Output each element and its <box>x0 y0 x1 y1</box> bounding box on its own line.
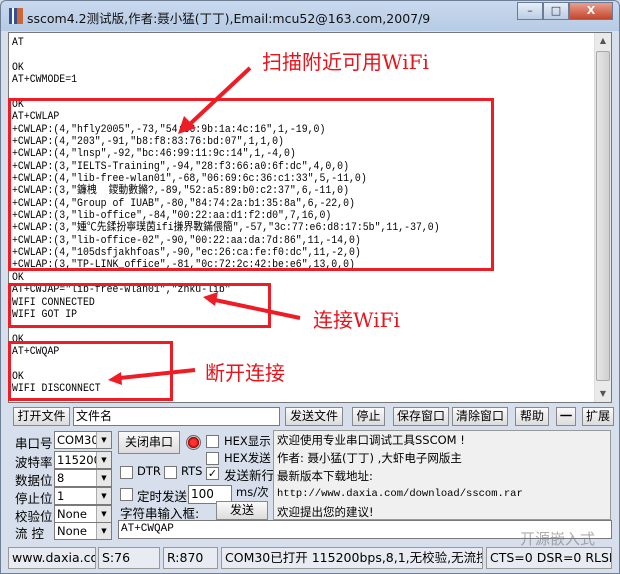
disconnect-arrow <box>119 368 196 380</box>
close-port-button[interactable]: 关闭串口 <box>118 431 180 454</box>
stop-button[interactable]: 停止 <box>352 407 385 426</box>
data-bits-value: 8 <box>57 471 65 485</box>
chevron-down-icon: ▼ <box>96 470 111 486</box>
baud-value: 115200 <box>57 453 101 467</box>
info-line: 欢迎使用专业串口调试工具SSCOM ! <box>277 433 465 447</box>
connect-arrow <box>214 298 301 320</box>
status-port: COM30已打开 115200bps,8,1,无校验,无流控 <box>221 547 483 569</box>
info-link[interactable]: http://www.daxia.com/download/sscom.rar <box>277 485 610 503</box>
send-button[interactable]: 发送 <box>216 501 268 520</box>
annotation-connect: 连接WiFi <box>313 308 400 332</box>
chevron-down-icon: ▼ <box>96 523 111 539</box>
timed-send-checkbox[interactable] <box>120 488 133 501</box>
flow-label: 流 控 <box>15 526 44 541</box>
port-select[interactable]: COM30 ▼ <box>54 431 112 449</box>
status-signals: CTS=0 DSR=0 RLSD <box>486 547 612 569</box>
open-file-button[interactable]: 打开文件 <box>13 407 70 426</box>
dtr-label: DTR <box>137 464 161 478</box>
info-panel: 欢迎使用专业串口调试工具SSCOM ! 作者: 聂小猛(丁丁) ,大虾电子网版主… <box>273 430 611 520</box>
file-name-input[interactable]: 文件名 <box>73 407 280 426</box>
hex-send-label: HEX发送 <box>224 451 271 465</box>
chevron-down-icon: ▼ <box>96 432 111 448</box>
hex-display-checkbox[interactable] <box>206 435 219 448</box>
port-value: COM30 <box>57 433 99 447</box>
help-button[interactable]: 帮助 <box>515 407 549 426</box>
stop-bits-label: 停止位 <box>15 491 53 506</box>
stop-bits-select[interactable]: 1 ▼ <box>54 487 112 505</box>
status-site[interactable]: www.daxia.com <box>8 547 96 569</box>
data-bits-select[interactable]: 8 ▼ <box>54 469 112 487</box>
watermark: 开源嵌入式 <box>520 530 596 548</box>
expand-button[interactable]: 扩展 <box>582 407 614 426</box>
disconnect-arrowhead <box>108 372 122 385</box>
interval-unit: ms/次 <box>236 485 269 499</box>
scan-arrow <box>188 66 252 126</box>
send-newline-label: 发送新行 <box>224 468 275 483</box>
rts-checkbox[interactable] <box>164 466 177 479</box>
stop-bits-value: 1 <box>57 489 65 503</box>
annotation-disconnect: 断开连接 <box>205 361 285 385</box>
connect-arrowhead <box>203 292 218 306</box>
dtr-checkbox[interactable] <box>120 466 133 479</box>
port-status-led-icon <box>186 435 201 450</box>
annotation-scan: 扫描附近可用WiFi <box>262 50 429 74</box>
info-line: 最新版本下载地址: <box>277 469 373 483</box>
chevron-down-icon: ▼ <box>96 488 111 504</box>
hex-display-label: HEX显示 <box>224 434 271 448</box>
baud-select[interactable]: 115200 ▼ <box>54 451 112 469</box>
port-label: 串口号 <box>15 436 53 451</box>
info-line: 欢迎提出您的建议! <box>277 505 374 519</box>
collapse-button[interactable]: 一 <box>556 407 576 426</box>
chevron-down-icon: ▼ <box>96 506 111 522</box>
send-newline-checkbox[interactable]: ✓ <box>206 467 219 480</box>
hex-send-checkbox[interactable] <box>206 452 219 465</box>
clear-window-button[interactable]: 清除窗口 <box>452 407 508 426</box>
status-sent: S:76 <box>98 547 160 569</box>
data-bits-label: 数据位 <box>15 473 53 488</box>
flow-select[interactable]: None ▼ <box>54 522 112 540</box>
chevron-down-icon: ▼ <box>96 452 111 468</box>
rts-label: RTS <box>181 464 203 478</box>
baud-label: 波特率 <box>15 455 53 470</box>
flow-value: None <box>57 524 88 538</box>
info-line: 作者: 聂小猛(丁丁) ,大虾电子网版主 <box>277 451 462 465</box>
send-file-button[interactable]: 发送文件 <box>285 407 343 426</box>
save-window-button[interactable]: 保存窗口 <box>393 407 449 426</box>
parity-value: None <box>57 507 88 521</box>
parity-select[interactable]: None ▼ <box>54 505 112 523</box>
status-received: R:870 <box>163 547 218 569</box>
